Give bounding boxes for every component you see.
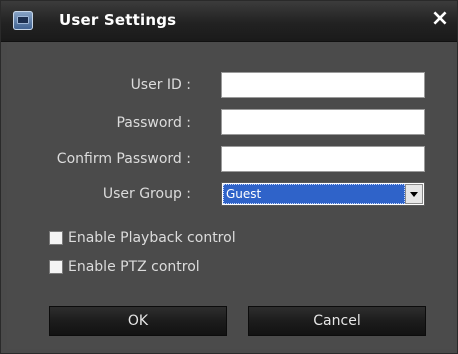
user-id-label: User ID :: [130, 77, 191, 93]
confirm-password-label: Confirm Password :: [56, 151, 191, 167]
ok-button[interactable]: OK: [49, 306, 227, 336]
close-icon[interactable]: ×: [429, 8, 451, 30]
password-label: Password :: [116, 115, 191, 131]
confirm-password-input[interactable]: [221, 146, 425, 172]
dialog-title: User Settings: [59, 11, 177, 29]
user-settings-dialog: User Settings × User ID : Password : Con…: [0, 0, 458, 354]
chevron-down-icon[interactable]: [405, 184, 423, 204]
user-group-select[interactable]: Guest: [221, 182, 425, 206]
title-bar[interactable]: User Settings ×: [1, 1, 457, 42]
password-input[interactable]: [221, 109, 425, 135]
dialog-body: User ID : Password : Confirm Password : …: [7, 42, 453, 349]
cancel-button[interactable]: Cancel: [248, 306, 426, 336]
enable-ptz-label: Enable PTZ control: [68, 259, 200, 275]
user-group-label: User Group :: [102, 186, 191, 202]
enable-playback-checkbox[interactable]: [49, 231, 63, 245]
user-group-selected-value: Guest: [223, 184, 405, 204]
app-logo-icon: [13, 11, 33, 30]
user-id-input[interactable]: [221, 72, 425, 98]
enable-ptz-checkbox[interactable]: [49, 260, 63, 274]
enable-playback-label: Enable Playback control: [68, 230, 236, 246]
